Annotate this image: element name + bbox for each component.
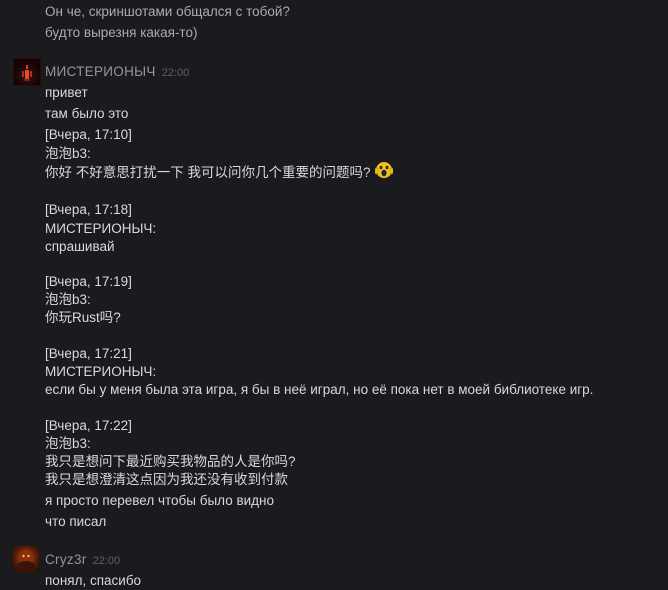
chat-message-line: 泡泡b3: [45, 436, 91, 451]
chat-message-line: что писал [45, 514, 107, 529]
chat-message-line: МИСТЕРИОНЫЧ: [45, 364, 157, 379]
chat-message-line: привет [45, 85, 88, 100]
user-avatar[interactable] [13, 58, 41, 86]
chat-message-line: спрашивай [45, 239, 115, 254]
sender-name[interactable]: Cryz3r [45, 552, 87, 567]
message-timestamp: 22:00 [92, 555, 121, 567]
message-timestamp: 22:00 [161, 67, 190, 79]
chat-message-line: [Вчера, 17:18] [45, 202, 132, 217]
avatar-portrait-icon [17, 550, 35, 571]
chat-message-line: [Вчера, 17:22] [45, 418, 132, 433]
chat-message-line: 泡泡b3: [45, 292, 91, 307]
chat-message-line: я просто перевел чтобы было видно [45, 493, 275, 508]
screaming-face-emoji-icon [374, 161, 393, 184]
chat-message-line: [Вчера, 17:19] [45, 274, 132, 289]
sender-name[interactable]: МИСТЕРИОНЫЧ [45, 64, 156, 79]
user-avatar[interactable] [13, 546, 39, 572]
chat-message-line: будто вырезня какая-то) [45, 25, 198, 40]
message-header: Cryz3r 22:00 [45, 551, 120, 570]
chat-message-line: 你玩Rust吗? [45, 310, 121, 325]
chat-message-line: там было это [45, 106, 129, 121]
chat-message-line: 我只是想澄清这点因为我还没有收到付款 [45, 472, 288, 487]
chat-log: Он че, скриншотами общался с тобой? будт… [0, 0, 668, 589]
chat-message-line: 我只是想问下最近购买我物品的人是你吗? [45, 454, 296, 469]
chat-message-line: МИСТЕРИОНЫЧ: [45, 221, 157, 236]
chat-message-line: Он че, скриншотами общался с тобой? [45, 4, 290, 19]
avatar-figure-icon [22, 65, 32, 81]
chat-message-line: если бы у меня была эта игра, я бы в неё… [45, 382, 594, 397]
chat-message-line: 泡泡b3: [45, 146, 91, 161]
chat-message-line: понял, спасибо [45, 573, 142, 588]
chat-message-line: [Вчера, 17:21] [45, 346, 132, 361]
message-header: МИСТЕРИОНЫЧ 22:00 [45, 63, 189, 82]
chat-message-text: 你好 不好意思打扰一下 我可以问你几个重要的问题吗? [45, 165, 371, 181]
chat-message-line: 你好 不好意思打扰一下 我可以问你几个重要的问题吗? [45, 161, 393, 184]
chat-message-line: [Вчера, 17:10] [45, 127, 132, 142]
